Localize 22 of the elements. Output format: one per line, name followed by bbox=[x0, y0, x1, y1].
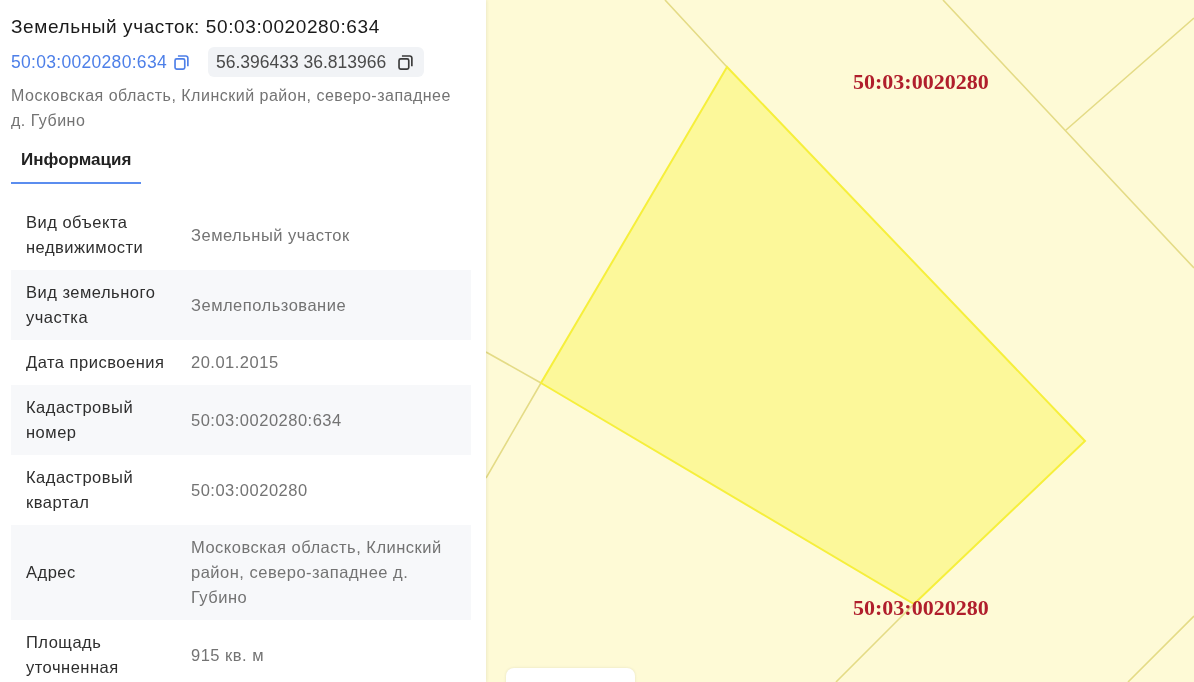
property-value: Земельный участок bbox=[191, 224, 351, 246]
property-label: Дата присвоения bbox=[26, 352, 166, 373]
property-value: 50:03:0020280 bbox=[191, 479, 309, 501]
property-value: Землепользование bbox=[191, 294, 348, 316]
property-label: Вид объекта недвижимости bbox=[26, 212, 145, 258]
parcel-title: Земельный участок: 50:03:0020280:634 bbox=[11, 16, 381, 38]
property-label: Адрес bbox=[26, 562, 77, 583]
cadastral-number-link[interactable]: 50:03:0020280:634 bbox=[11, 51, 167, 73]
property-value: 20.01.2015 bbox=[191, 352, 280, 373]
property-label: Вид земельного участка bbox=[26, 282, 157, 328]
property-value: Московская область, Клинский район, северо-западнее д. Губино bbox=[191, 537, 443, 608]
property-label: Кадастровый номер bbox=[26, 397, 135, 443]
copy-icon[interactable] bbox=[398, 54, 414, 70]
map-label: 50:03:0020280 bbox=[853, 597, 989, 619]
map-label: 50:03:0020280 bbox=[853, 71, 989, 93]
address-text: Московская область, Клинский район, северо-западнее д. Губино bbox=[11, 86, 452, 131]
info-tab[interactable]: Информация bbox=[11, 140, 141, 184]
property-value: 50:03:0020280:634 bbox=[191, 409, 343, 431]
coordinates-button[interactable]: 56.396433 36.813966 bbox=[207, 47, 425, 77]
property-label: Площадь уточненная bbox=[26, 632, 120, 678]
property-label: Кадастровый квартал bbox=[26, 467, 135, 513]
property-value: 915 кв. м bbox=[191, 644, 266, 666]
